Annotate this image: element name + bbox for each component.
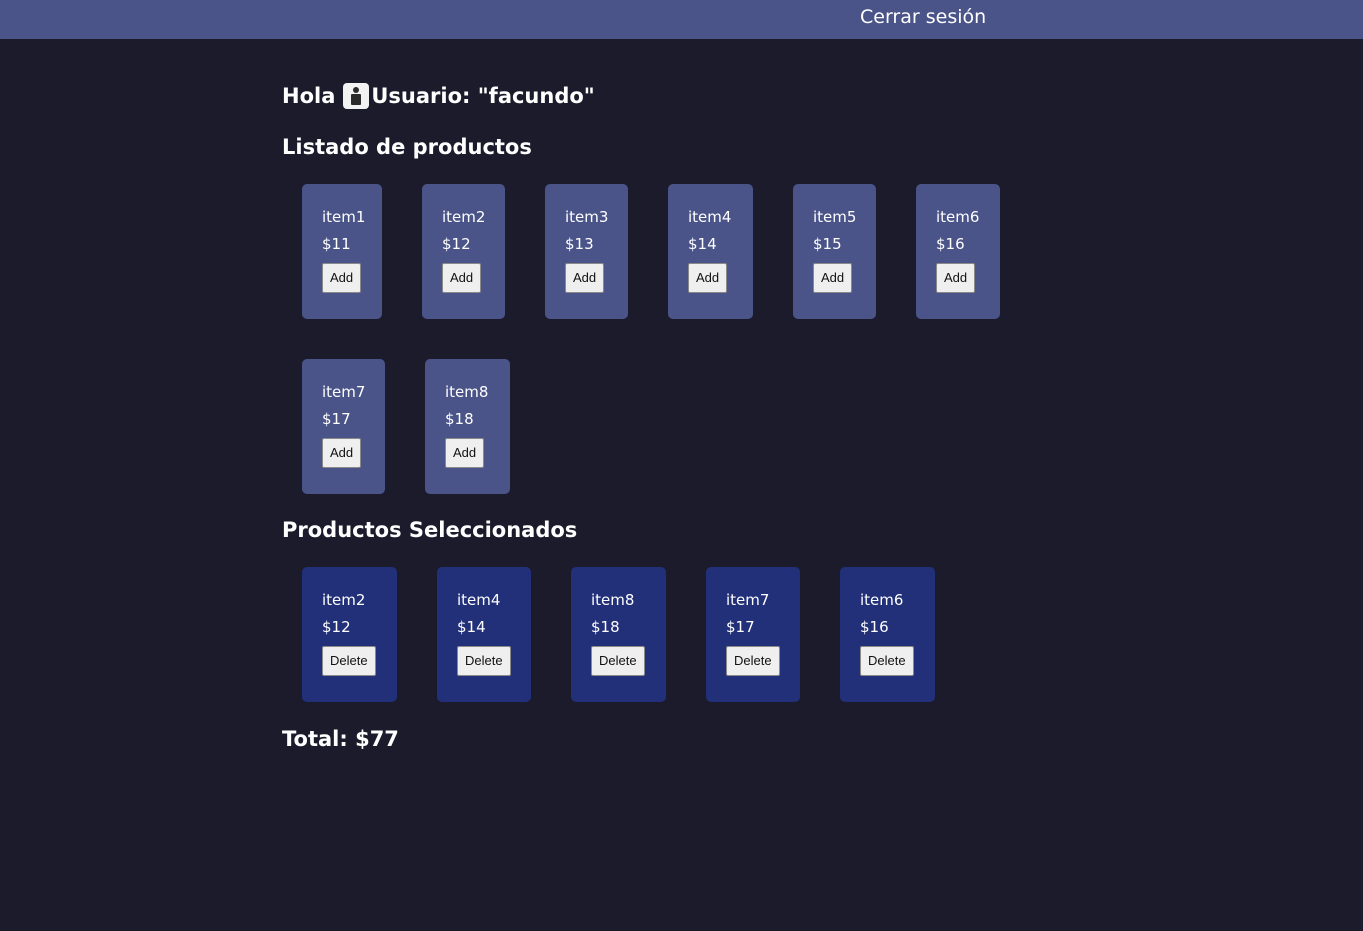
delete-button[interactable]: Delete [860,646,914,676]
product-name: item5 [813,208,857,226]
product-price: $18 [445,410,474,428]
product-name: item6 [936,208,980,226]
selected-name: item8 [591,591,635,609]
selected-name: item6 [860,591,904,609]
add-button[interactable]: Add [565,263,605,293]
product-price: $13 [565,235,594,253]
selected-price: $18 [591,618,620,636]
selected-card: item6 $16 Delete [840,567,935,702]
product-price: $17 [322,410,351,428]
selected-name: item4 [457,591,501,609]
selected-price: $12 [322,618,351,636]
product-price: $16 [936,235,965,253]
add-button[interactable]: Add [936,263,976,293]
product-price: $15 [813,235,842,253]
product-card: item6 $16 Add [916,184,1000,319]
logout-link[interactable]: Cerrar sesión [860,6,986,28]
product-name: item3 [565,208,609,226]
product-card: item5 $15 Add [793,184,876,319]
product-name: item1 [322,208,366,226]
product-price: $11 [322,235,351,253]
add-button[interactable]: Add [445,438,485,468]
user-label: Usuario: "facundo" [371,84,595,108]
delete-button[interactable]: Delete [726,646,780,676]
greeting: Hola Usuario: "facundo" [282,83,595,109]
selected-price: $17 [726,618,755,636]
product-name: item7 [322,383,366,401]
product-card: item7 $17 Add [302,359,385,494]
product-card: item1 $11 Add [302,184,382,319]
product-name: item8 [445,383,489,401]
add-button[interactable]: Add [322,438,362,468]
product-card: item2 $12 Add [422,184,505,319]
selected-card: item7 $17 Delete [706,567,800,702]
product-card: item3 $13 Add [545,184,628,319]
delete-button[interactable]: Delete [457,646,511,676]
top-bar: Cerrar sesión [0,0,1363,39]
add-button[interactable]: Add [442,263,482,293]
add-button[interactable]: Add [322,263,362,293]
selected-price: $14 [457,618,486,636]
product-name: item4 [688,208,732,226]
user-icon [343,83,370,109]
selected-title: Productos Seleccionados [282,518,578,542]
selected-card: item8 $18 Delete [571,567,666,702]
greeting-prefix: Hola [282,84,336,108]
product-card: item8 $18 Add [425,359,510,494]
product-card: item4 $14 Add [668,184,753,319]
total-amount: Total: $77 [282,727,399,751]
product-price: $14 [688,235,717,253]
selected-name: item7 [726,591,770,609]
selected-card: item4 $14 Delete [437,567,531,702]
delete-button[interactable]: Delete [322,646,376,676]
selected-name: item2 [322,591,366,609]
selected-price: $16 [860,618,889,636]
product-price: $12 [442,235,471,253]
product-name: item2 [442,208,486,226]
add-button[interactable]: Add [813,263,853,293]
delete-button[interactable]: Delete [591,646,645,676]
add-button[interactable]: Add [688,263,728,293]
selected-card: item2 $12 Delete [302,567,397,702]
products-title: Listado de productos [282,135,532,159]
